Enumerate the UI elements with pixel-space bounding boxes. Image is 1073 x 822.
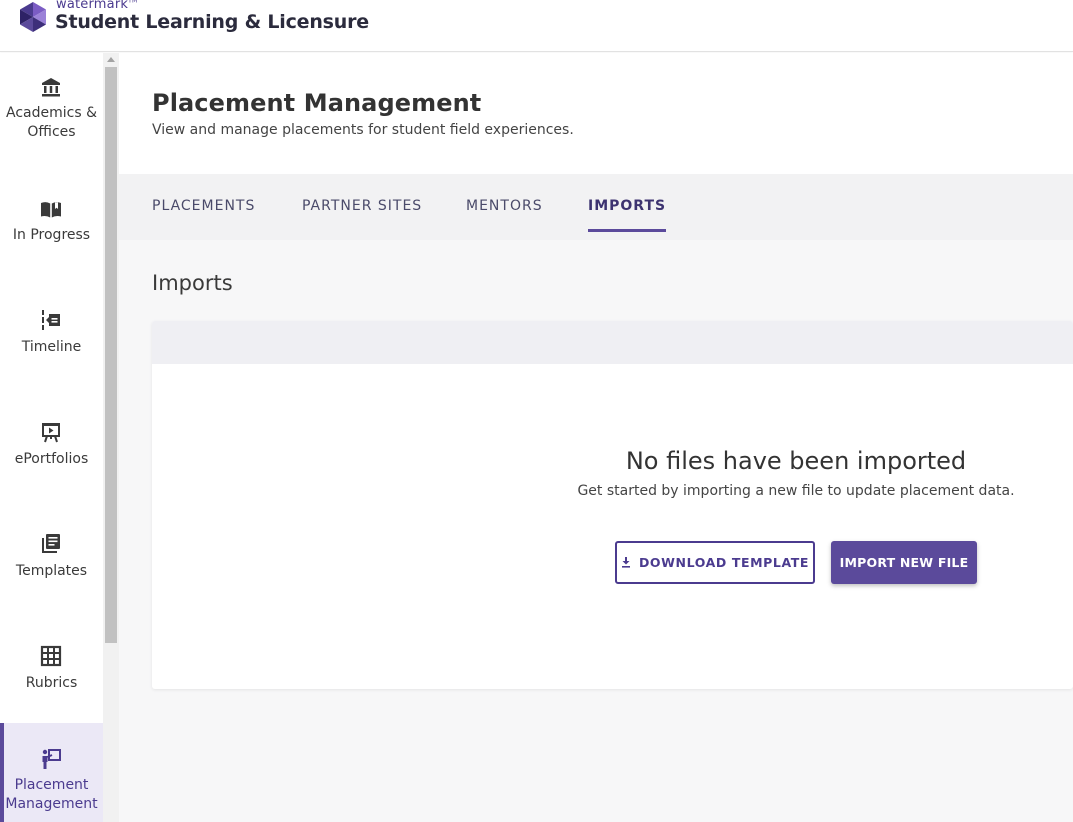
app-header: watermarkTM Student Learning & Licensure — [0, 0, 1073, 52]
page-subtitle: View and manage placements for student f… — [152, 122, 574, 138]
sidebar-item-label: In Progress — [12, 227, 91, 243]
presentation-board-icon — [42, 423, 60, 443]
open-book-icon — [41, 202, 61, 218]
empty-state-subtitle: Get started by importing a new file to u… — [577, 483, 1015, 499]
tab-placements[interactable]: PLACEMENTS — [152, 198, 255, 232]
download-template-button[interactable]: DOWNLOAD TEMPLATE — [615, 541, 815, 584]
tab-imports[interactable]: IMPORTS — [588, 198, 667, 232]
sidebar-item-templates[interactable]: Templates — [0, 524, 103, 624]
download-template-label: DOWNLOAD TEMPLATE — [638, 555, 810, 570]
sidebar-item-placement-management[interactable]: Placement Management — [0, 723, 103, 822]
tab-mentors[interactable]: MENTORS — [466, 198, 543, 232]
import-new-file-button[interactable]: IMPORT NEW FILE — [831, 541, 977, 584]
tab-partner-sites[interactable]: PARTNER SITES — [302, 198, 422, 232]
page-title: Placement Management — [152, 89, 482, 117]
section-title: Imports — [152, 271, 233, 295]
sidebar-item-eportfolios[interactable]: ePortfolios — [0, 412, 103, 512]
watermark-logo-icon[interactable] — [18, 2, 48, 34]
sidebar-nav: Academics & Offices In Progress Timeline… — [0, 53, 103, 822]
download-icon — [621, 557, 630, 568]
empty-state-title: No files have been imported — [625, 447, 967, 475]
app-title: Student Learning & Licensure — [55, 11, 369, 33]
institution-icon — [42, 78, 60, 97]
page-header: Placement Management View and manage pla… — [119, 53, 1073, 174]
sidebar-item-label: Rubrics — [25, 675, 78, 691]
tab-bar: PLACEMENTS PARTNER SITES MENTORS IMPORTS — [119, 174, 1073, 240]
sidebar-item-rubrics[interactable]: Rubrics — [0, 636, 103, 736]
sidebar-item-timeline[interactable]: Timeline — [0, 300, 103, 400]
timeline-icon — [42, 310, 60, 330]
sidebar-item-label: Templates — [15, 563, 88, 579]
sidebar-item-label: ePortfolios — [14, 451, 89, 467]
card-header — [152, 321, 1073, 364]
main-content: Placement Management View and manage pla… — [119, 53, 1073, 822]
grid-table-icon — [40, 645, 62, 667]
imports-card: No files have been imported Get started … — [152, 321, 1073, 689]
sidebar-scrollbar-thumb[interactable] — [105, 67, 117, 643]
sidebar-item-label: Placement Management — [5, 777, 98, 812]
sidebar-item-label: Academics & Offices — [6, 105, 97, 140]
sidebar-item-in-progress[interactable]: In Progress — [0, 188, 103, 288]
scroll-up-arrow-icon[interactable] — [107, 57, 115, 62]
sidebar-item-label: Timeline — [21, 339, 82, 355]
teacher-board-icon — [42, 749, 61, 769]
library-books-icon — [42, 534, 60, 553]
sidebar-item-academics-offices[interactable]: Academics & Offices — [0, 66, 103, 166]
